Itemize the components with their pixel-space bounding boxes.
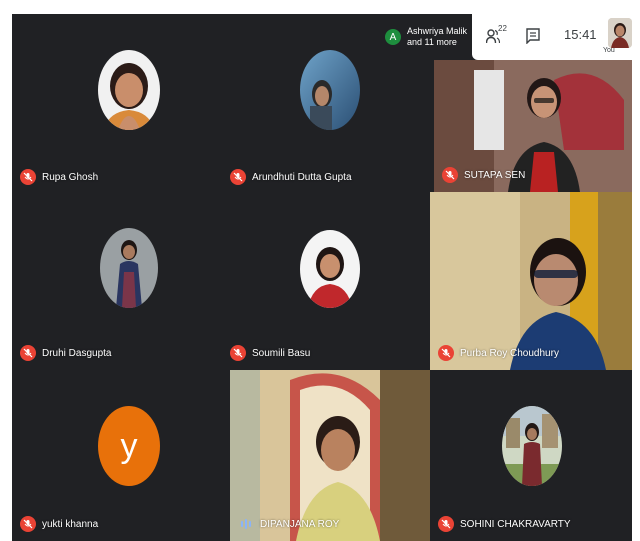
chat-button[interactable] <box>526 28 540 49</box>
participant-name: SUTAPA SEN <box>464 169 526 181</box>
mic-off-icon <box>438 345 454 361</box>
avatar <box>502 406 562 486</box>
participant-name: Rupa Ghosh <box>42 171 99 183</box>
participant-name: DIPANJANA ROY <box>260 518 340 530</box>
avatar-initial: y <box>120 426 138 465</box>
mic-off-icon <box>20 345 36 361</box>
participant-tile-purba-roy-choudhury[interactable]: Purba Roy Choudhury <box>430 192 632 370</box>
mic-off-icon <box>20 169 36 185</box>
avatar <box>100 228 158 308</box>
participant-name: Purba Roy Choudhury <box>460 347 559 359</box>
participant-tile-yukti-khanna[interactable]: y yukti khanna <box>12 370 228 541</box>
name-row: Soumili Basu <box>230 344 310 362</box>
participant-name: yukti khanna <box>42 518 99 530</box>
mic-off-icon <box>230 169 246 185</box>
participant-tile-rupa-ghosh[interactable]: Rupa Ghosh <box>12 14 222 194</box>
participant-count: 22 <box>498 24 507 33</box>
meeting-controls-panel: 22 15:41 You <box>472 14 640 60</box>
presenter-more: and 11 more <box>407 37 457 47</box>
avatar <box>300 230 360 308</box>
participant-tile-sohini-chakravarty[interactable]: SOHINI CHAKRAVARTY <box>430 370 632 541</box>
name-row: DIPANJANA ROY <box>238 515 339 533</box>
participants-button[interactable]: 22 <box>485 24 516 46</box>
participant-tile-sutapa-sen[interactable]: SUTAPA SEN <box>434 60 632 192</box>
self-view-label: You <box>603 47 615 54</box>
participant-name: Soumili Basu <box>252 347 311 359</box>
meeting-clock: 15:41 <box>564 27 597 42</box>
name-row: Druhi Dasgupta <box>20 344 111 362</box>
presenter-name: Ashwriya Malik <box>407 26 468 36</box>
participant-tile-dipanjana-roy[interactable]: DIPANJANA ROY <box>230 370 430 541</box>
name-row: yukti khanna <box>20 515 98 533</box>
participant-name: Arundhuti Dutta Gupta <box>252 171 352 183</box>
mic-off-icon <box>20 516 36 532</box>
meeting-grid: Rupa Ghosh Arundhuti Dutta Gupta SUTAPA … <box>12 14 632 541</box>
name-row: Arundhuti Dutta Gupta <box>230 168 352 186</box>
name-row: SUTAPA SEN <box>442 166 525 184</box>
name-row: SOHINI CHAKRAVARTY <box>438 515 571 533</box>
mic-off-icon <box>438 516 454 532</box>
presenter-chip[interactable]: A Ashwriya Malik and 11 more <box>379 14 472 60</box>
participant-tile-druhi-dasgupta[interactable]: Druhi Dasgupta <box>12 194 222 370</box>
mic-off-icon <box>442 167 458 183</box>
participant-tile-soumili-basu[interactable]: Soumili Basu <box>222 194 432 370</box>
name-row: Purba Roy Choudhury <box>438 344 559 362</box>
meeting-top-bar: A Ashwriya Malik and 11 more 22 15:41 Yo… <box>379 14 640 60</box>
mic-off-icon <box>230 345 246 361</box>
presenter-text: Ashwriya Malik and 11 more <box>407 26 467 48</box>
participant-name: SOHINI CHAKRAVARTY <box>460 518 571 530</box>
avatar: y <box>98 406 160 486</box>
avatar <box>300 50 360 130</box>
participant-name: Druhi Dasgupta <box>42 347 112 359</box>
chat-icon <box>526 28 540 45</box>
name-row: Rupa Ghosh <box>20 168 98 186</box>
presenter-avatar: A <box>385 29 401 45</box>
avatar <box>98 50 160 130</box>
self-view-thumbnail[interactable] <box>608 18 632 48</box>
speaking-indicator-icon <box>238 516 254 532</box>
